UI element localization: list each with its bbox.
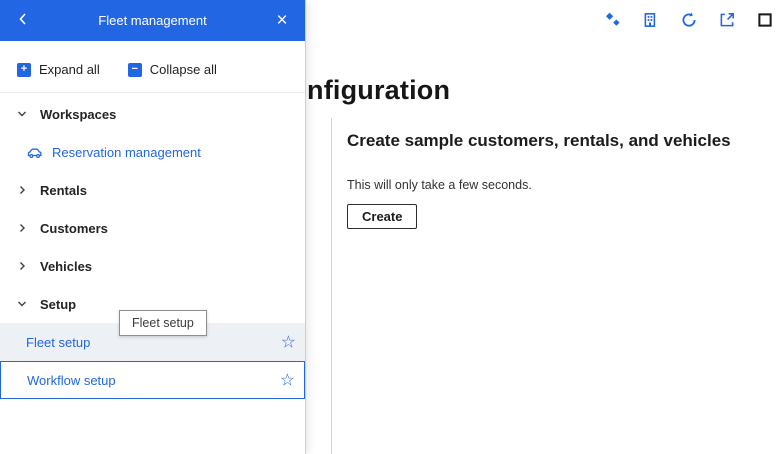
page-title: nfiguration	[307, 75, 451, 105]
favorite-star-icon[interactable]: ☆	[280, 372, 295, 389]
tree-item-label: Rentals	[40, 182, 87, 198]
sidebar-item-workspaces[interactable]: Workspaces	[0, 95, 305, 133]
panel-title: Fleet management	[98, 13, 207, 28]
tree-item-label: Customers	[40, 220, 108, 236]
panel-header: Fleet management ×	[0, 0, 305, 41]
expand-all-label: Expand all	[39, 62, 100, 77]
copilot-diamonds-icon[interactable]	[604, 11, 622, 29]
collapse-all-label: Collapse all	[149, 62, 217, 77]
expand-all-button[interactable]: + Expand all	[17, 62, 100, 77]
tree-item-label: Fleet setup	[26, 334, 91, 350]
sidebar-item-rentals[interactable]: Rentals	[0, 171, 305, 209]
tree-item-label: Workspaces	[40, 106, 117, 122]
sidebar-item-customers[interactable]: Customers	[0, 209, 305, 247]
maximize-icon[interactable]	[756, 11, 774, 29]
content-left-divider	[331, 118, 332, 454]
section-heading: Create sample customers, rentals, and ve…	[347, 131, 731, 150]
expand-all-icon: +	[17, 62, 31, 77]
car-icon	[26, 145, 43, 159]
chevron-right-icon	[16, 260, 28, 272]
open-in-new-window-icon[interactable]	[718, 11, 736, 29]
sidebar-item-workflow-setup[interactable]: Workflow setup ☆	[0, 361, 305, 399]
refresh-icon[interactable]	[680, 11, 698, 29]
back-button[interactable]	[8, 6, 38, 36]
tree-item-label: Vehicles	[40, 258, 93, 274]
tree-item-label: Workflow setup	[27, 372, 116, 388]
chevron-right-icon	[16, 222, 28, 234]
create-button[interactable]: Create	[347, 204, 418, 229]
section-note: This will only take a few seconds.	[347, 178, 532, 192]
tree-item-label: Setup	[40, 296, 77, 312]
company-icon[interactable]	[642, 11, 660, 29]
panel-toolbar: + Expand all − Collapse all	[0, 41, 305, 93]
navigation-tree: Workspaces Reservation management Rental…	[0, 93, 305, 399]
chevron-right-icon	[16, 184, 28, 196]
close-icon: ×	[276, 10, 288, 31]
app-window: nfiguration Create sample customers, ren…	[0, 0, 780, 454]
tree-item-label: Reservation management	[52, 144, 201, 160]
sidebar-item-vehicles[interactable]: Vehicles	[0, 247, 305, 285]
collapse-all-button[interactable]: − Collapse all	[127, 62, 217, 77]
sample-data-section: Create sample customers, rentals, and ve…	[347, 131, 767, 229]
chevron-down-icon	[16, 298, 28, 310]
fleet-management-panel: Fleet management × + Expand all − Collap…	[0, 0, 306, 454]
chevron-down-icon	[16, 108, 28, 120]
sidebar-item-reservation-management[interactable]: Reservation management	[0, 133, 305, 171]
collapse-all-icon: −	[127, 62, 142, 77]
tooltip-fleet-setup: Fleet setup	[119, 310, 207, 336]
chevron-left-icon	[16, 12, 30, 29]
favorite-star-icon[interactable]: ☆	[281, 334, 296, 351]
close-button[interactable]: ×	[267, 6, 297, 36]
top-action-bar	[604, 11, 774, 29]
